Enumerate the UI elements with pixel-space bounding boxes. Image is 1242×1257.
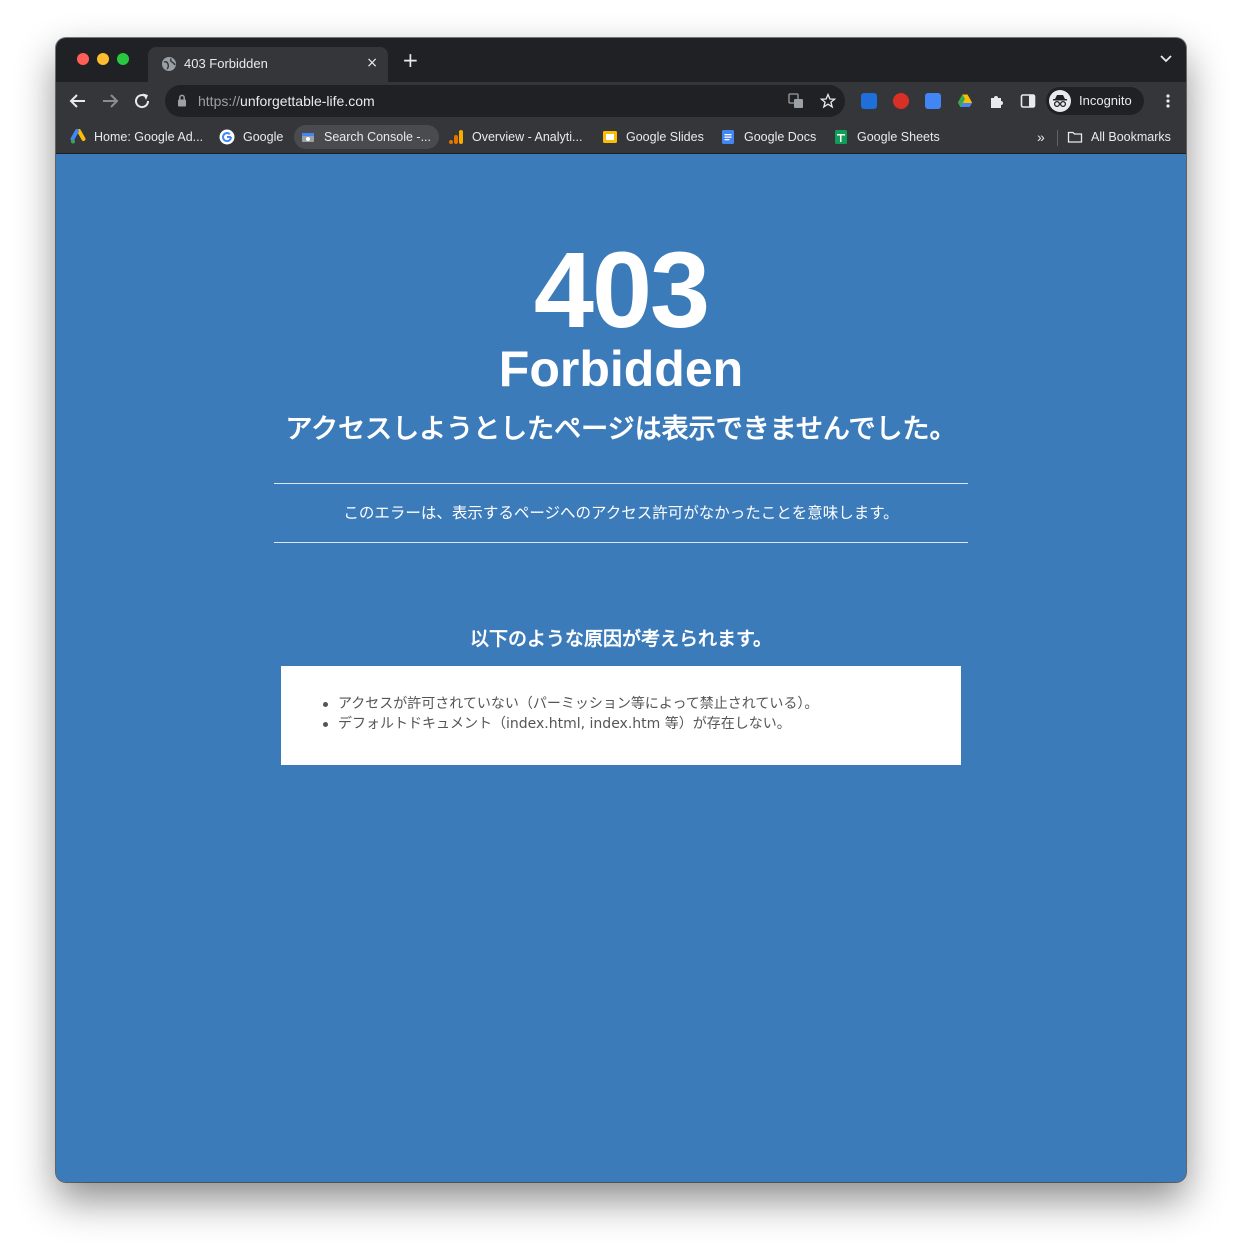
divider-top bbox=[274, 483, 968, 484]
error-headline: アクセスしようとしたページは表示できませんでした。 bbox=[285, 414, 957, 445]
forward-arrow-icon[interactable] bbox=[101, 92, 119, 110]
list-item: デフォルトドキュメント（index.html, index.htm 等）が存在し… bbox=[322, 715, 818, 735]
bookmark-search-console[interactable]: Search Console -... bbox=[294, 125, 439, 149]
minimize-window-button[interactable] bbox=[97, 53, 109, 65]
all-bookmarks-label: All Bookmarks bbox=[1091, 130, 1171, 144]
list-item: アクセスが許可されていない（パーミッション等によって禁止されている）。 bbox=[322, 695, 818, 715]
all-bookmarks-button[interactable]: All Bookmarks bbox=[1067, 125, 1171, 149]
tab-close-icon[interactable]: × bbox=[366, 55, 378, 71]
incognito-profile-button[interactable]: Incognito bbox=[1046, 87, 1144, 115]
back-arrow-icon[interactable] bbox=[69, 92, 87, 110]
chevron-double-right-icon: » bbox=[1037, 129, 1045, 145]
causes-box: アクセスが許可されていない（パーミッション等によって禁止されている）。 デフォル… bbox=[281, 666, 961, 765]
more-menu-icon[interactable] bbox=[1166, 94, 1170, 108]
bookmarks-overflow-button[interactable]: » bbox=[1037, 125, 1045, 149]
error-code: 403 bbox=[533, 229, 710, 350]
zoom-window-button[interactable] bbox=[117, 53, 129, 65]
tab-active[interactable]: 403 Forbidden × bbox=[148, 47, 388, 82]
bookmark-label: Google Sheets bbox=[857, 130, 940, 144]
error-explanation: このエラーは、表示するページへのアクセス許可がなかったことを意味します。 bbox=[343, 504, 899, 522]
folder-icon bbox=[1067, 131, 1083, 143]
google-icon bbox=[219, 129, 235, 145]
bookmark-label: Overview - Analyti... bbox=[472, 130, 583, 144]
incognito-icon bbox=[1049, 90, 1071, 112]
chevron-down-icon[interactable] bbox=[1160, 55, 1172, 63]
side-panel-icon[interactable] bbox=[1020, 93, 1036, 109]
star-icon[interactable] bbox=[820, 93, 836, 109]
lock-icon[interactable] bbox=[177, 94, 187, 107]
reload-icon[interactable] bbox=[133, 92, 151, 110]
bookmarks-bar: Home: Google Ad... Google Search Console… bbox=[56, 120, 1186, 154]
tab-title: 403 Forbidden bbox=[184, 56, 268, 71]
bookmark-label: Home: Google Ad... bbox=[94, 130, 204, 144]
divider-bottom bbox=[274, 542, 968, 543]
bookmark-label: Google bbox=[243, 130, 284, 144]
bookmark-label: Search Console -... bbox=[324, 130, 431, 144]
browser-window: 403 Forbidden × + https://unforgettable-… bbox=[56, 38, 1186, 1182]
slides-icon bbox=[603, 131, 617, 143]
puzzle-extensions-icon[interactable] bbox=[989, 93, 1005, 109]
bookmark-google-slides[interactable]: Google Slides bbox=[602, 125, 704, 149]
extension-google-drive-icon[interactable] bbox=[957, 93, 973, 109]
globe-icon bbox=[162, 57, 176, 71]
sheets-icon bbox=[835, 130, 847, 144]
close-window-button[interactable] bbox=[77, 53, 89, 65]
extension-adblock-icon[interactable] bbox=[893, 93, 909, 109]
incognito-label: Incognito bbox=[1079, 93, 1132, 108]
bookmark-google[interactable]: Google bbox=[219, 125, 283, 149]
bookmark-analytics[interactable]: Overview - Analyti... bbox=[448, 125, 582, 149]
extension-google-translate-icon[interactable] bbox=[925, 93, 941, 109]
bookmark-label: Google Docs bbox=[744, 130, 817, 144]
new-tab-button[interactable]: + bbox=[402, 50, 419, 70]
causes-title: 以下のような原因が考えられます。 bbox=[469, 628, 773, 650]
toolbar: https://unforgettable-life.com Incognito bbox=[56, 82, 1186, 120]
error-status: Forbidden bbox=[498, 341, 744, 397]
page-content: 403 Forbidden アクセスしようとしたページは表示できませんでした。 … bbox=[56, 154, 1186, 1182]
bookmark-google-docs[interactable]: Google Docs bbox=[720, 125, 816, 149]
docs-icon bbox=[722, 130, 734, 144]
extension-news-icon[interactable] bbox=[861, 93, 877, 109]
google-ads-icon bbox=[70, 129, 86, 144]
analytics-icon bbox=[449, 130, 463, 144]
bookmark-google-ads[interactable]: Home: Google Ad... bbox=[70, 125, 203, 149]
bookmarks-divider bbox=[1057, 130, 1058, 146]
search-console-icon bbox=[302, 133, 314, 142]
url-text[interactable]: https://unforgettable-life.com bbox=[198, 93, 375, 109]
causes-list: アクセスが許可されていない（パーミッション等によって禁止されている）。 デフォル… bbox=[322, 695, 818, 735]
bookmark-google-sheets[interactable]: Google Sheets bbox=[833, 125, 940, 149]
bookmark-label: Google Slides bbox=[626, 130, 704, 144]
address-bar[interactable]: https://unforgettable-life.com bbox=[165, 85, 845, 117]
translate-icon[interactable] bbox=[788, 93, 804, 109]
tab-strip: 403 Forbidden × + bbox=[56, 38, 1186, 82]
